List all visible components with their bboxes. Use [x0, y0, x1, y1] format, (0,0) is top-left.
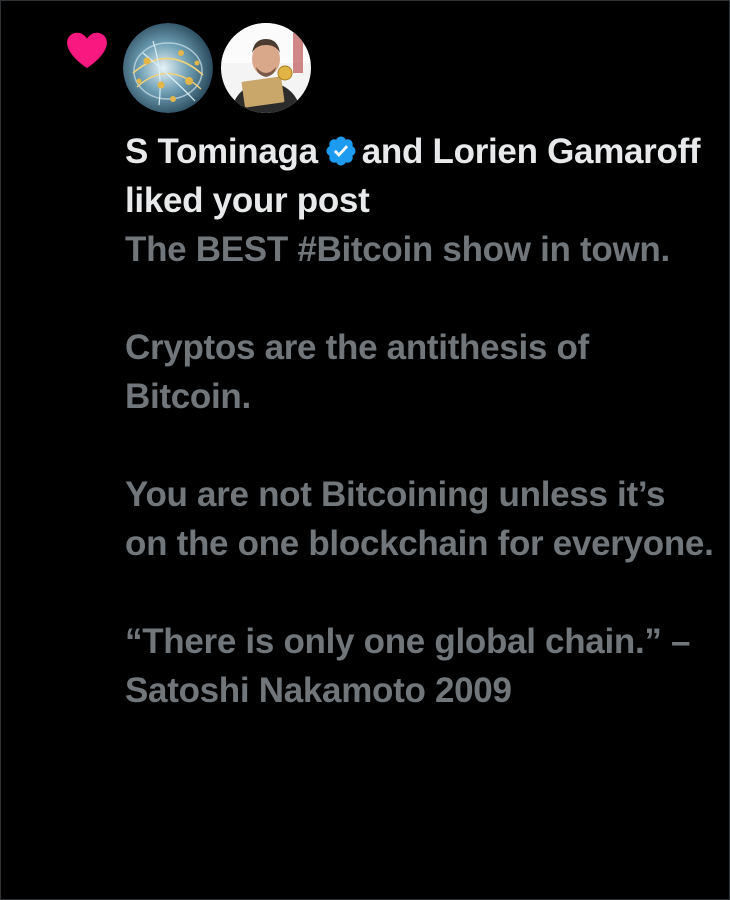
heart-icon	[67, 32, 107, 69]
post-preview[interactable]: The BEST #Bitcoin show in town. Cryptos …	[125, 225, 715, 715]
avatar-s-tominaga[interactable]	[123, 23, 213, 113]
avatar-lorien-gamaroff[interactable]	[221, 23, 311, 113]
post-paragraph: You are not Bitcoining unless it’s on th…	[125, 475, 714, 563]
post-paragraph: “There is only one global chain.” – Sato…	[125, 622, 691, 710]
verified-badge-icon	[326, 136, 356, 166]
post-paragraph: Cryptos are the antithesis of Bitcoin.	[125, 328, 589, 416]
action-text: liked your post	[125, 181, 370, 220]
user-name-lorien-gamaroff[interactable]: Lorien Gamaroff	[433, 132, 701, 171]
liked-by-line: S Tominaga and Lorien Gamaroff liked your…	[125, 127, 715, 225]
post-paragraph: The BEST #Bitcoin show in town.	[125, 230, 670, 269]
avatar-group	[123, 23, 311, 115]
user-name-s-tominaga[interactable]: S Tominaga	[125, 132, 318, 171]
notification-card[interactable]: S Tominaga and Lorien Gamaroff liked your…	[0, 0, 730, 900]
connector-text: and	[361, 132, 424, 171]
notification-body: S Tominaga and Lorien Gamaroff liked your…	[125, 127, 715, 715]
